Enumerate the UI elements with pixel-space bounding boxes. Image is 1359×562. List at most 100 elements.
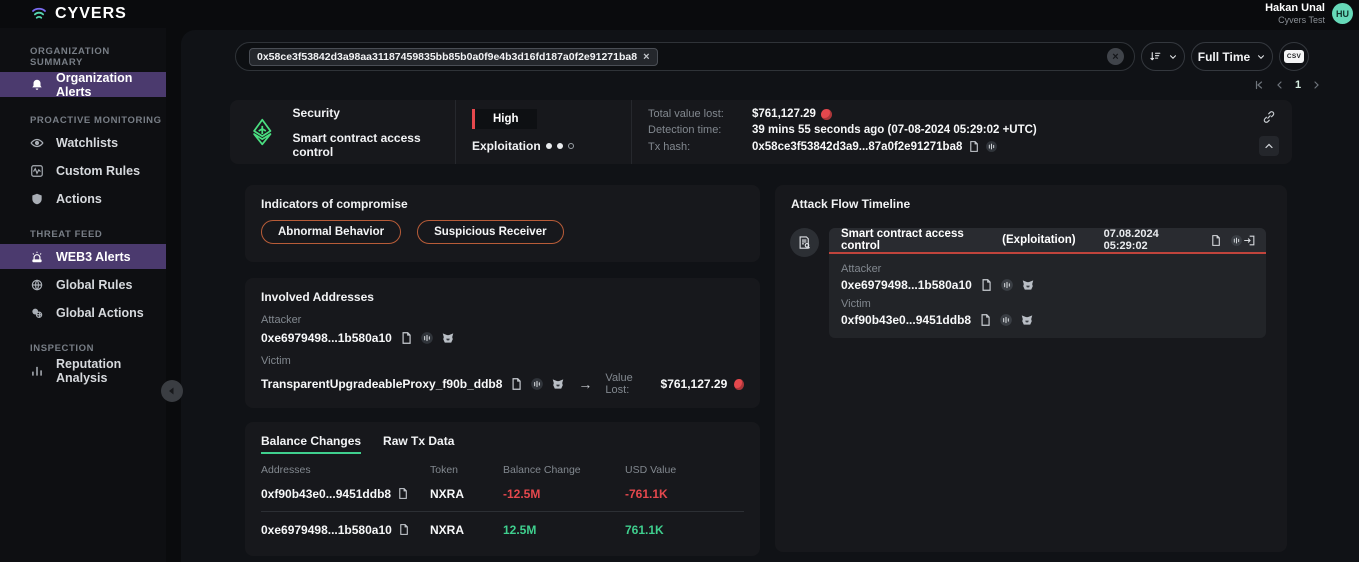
sidebar-item-watchlists[interactable]: Watchlists xyxy=(0,130,166,155)
open-event-icon[interactable] xyxy=(1243,234,1256,247)
alert-actions xyxy=(1246,100,1292,164)
copy-icon[interactable] xyxy=(1209,234,1222,247)
section-label-threat-feed: THREAT FEED xyxy=(30,229,166,240)
sidebar-item-label: Watchlists xyxy=(56,136,118,150)
siren-icon xyxy=(30,250,44,264)
export-csv-button[interactable]: CSV xyxy=(1279,42,1309,71)
timeline-event-card[interactable]: Smart contract access control (Exploitat… xyxy=(829,228,1266,338)
chip-close-icon[interactable]: × xyxy=(643,51,649,63)
copy-icon[interactable] xyxy=(979,278,993,292)
severity-badge: High xyxy=(472,109,537,129)
search-input[interactable]: 0x58ce3f53842d3a98aa31187459835bb85b0a0f… xyxy=(235,42,1135,71)
etherscan-icon[interactable] xyxy=(985,140,998,153)
victim-address-row: TransparentUpgradeableProxy_f90b_ddb8 → … xyxy=(261,372,744,396)
detection-time-label: Detection time: xyxy=(648,124,752,136)
sidebar-item-organization-alerts[interactable]: Organization Alerts xyxy=(0,72,166,97)
metamask-icon[interactable] xyxy=(551,377,565,391)
etherscan-icon[interactable] xyxy=(999,313,1013,327)
metamask-icon[interactable] xyxy=(441,331,455,345)
victim-address: TransparentUpgradeableProxy_f90b_ddb8 xyxy=(261,377,502,391)
value-lost-label: Value Lost: xyxy=(605,372,653,396)
sidebar-collapse-button[interactable] xyxy=(161,380,183,402)
metamask-icon[interactable] xyxy=(1020,313,1034,327)
sidebar-item-label: Actions xyxy=(56,192,102,206)
current-page: 1 xyxy=(1295,79,1301,91)
balance-changes-panel: Balance Changes Raw Tx Data Addresses To… xyxy=(245,422,760,556)
attacker-address: 0xe6979498...1b580a10 xyxy=(261,331,392,345)
alert-severity-section: High Exploitation xyxy=(456,100,632,164)
cyvers-logo-icon xyxy=(30,5,48,23)
loss-token-icon xyxy=(734,379,744,390)
row-address: 0xf90b43e0...9451ddb8 xyxy=(261,487,430,501)
etherscan-icon[interactable] xyxy=(1000,278,1014,292)
alert-identity-section: Security Smart contract access control xyxy=(230,100,456,164)
victim-label: Victim xyxy=(841,298,1254,310)
prev-page-button[interactable] xyxy=(1274,79,1286,91)
row-balance-change: -12.5M xyxy=(503,487,625,501)
cyvers-logo[interactable]: CYVERS xyxy=(30,5,127,23)
time-filter-dropdown[interactable]: Full Time xyxy=(1191,42,1273,71)
copy-icon[interactable] xyxy=(396,487,409,500)
avatar[interactable]: HU xyxy=(1332,3,1353,24)
link-icon[interactable] xyxy=(1262,110,1276,124)
ioc-chip-abnormal-behavior: Abnormal Behavior xyxy=(261,220,401,244)
section-label-proactive-monitoring: PROACTIVE MONITORING xyxy=(30,115,166,126)
sort-icon xyxy=(1149,50,1162,63)
copy-icon[interactable] xyxy=(399,331,413,345)
sidebar-item-label: Organization Alerts xyxy=(56,71,166,99)
involved-addresses-title: Involved Addresses xyxy=(261,290,744,304)
sidebar-item-actions[interactable]: Actions xyxy=(0,186,166,211)
etherscan-icon[interactable] xyxy=(420,331,434,345)
copy-icon[interactable] xyxy=(978,313,992,327)
row-usd-value: 761.1K xyxy=(625,523,744,537)
contract-event-icon xyxy=(790,228,819,257)
search-clear-button[interactable]: × xyxy=(1107,48,1124,65)
next-page-button[interactable] xyxy=(1310,79,1322,91)
col-balance-change: Balance Change xyxy=(503,464,625,476)
detection-time: 39 mins 55 seconds ago (07-08-2024 05:29… xyxy=(752,124,1037,136)
chevron-down-icon xyxy=(1168,52,1178,62)
shield-icon xyxy=(30,192,44,206)
alert-header-card[interactable]: Security Smart contract access control H… xyxy=(230,100,1292,164)
sidebar-item-global-actions[interactable]: Global Actions xyxy=(0,300,166,325)
row-usd-value: -761.1K xyxy=(625,487,744,501)
sort-button[interactable] xyxy=(1141,42,1185,71)
collapse-alert-button[interactable] xyxy=(1259,136,1279,156)
col-token: Token xyxy=(430,464,503,476)
sidebar-item-label: Global Actions xyxy=(56,306,144,320)
alert-type: Smart contract access control xyxy=(293,131,455,159)
table-row: 0xf90b43e0...9451ddb8 NXRA -12.5M -761.1… xyxy=(261,487,744,501)
copy-icon[interactable] xyxy=(509,377,523,391)
timeline-event-body: Attacker 0xe6979498...1b580a10 Victim 0x… xyxy=(829,254,1266,327)
chevron-down-icon xyxy=(1256,52,1266,62)
row-divider xyxy=(261,511,744,512)
sidebar-item-global-rules[interactable]: Global Rules xyxy=(0,272,166,297)
victim-address: 0xf90b43e0...9451ddb8 xyxy=(841,313,971,327)
copy-icon[interactable] xyxy=(397,523,410,536)
timeline-event-header: Smart contract access control (Exploitat… xyxy=(829,228,1266,254)
copy-icon[interactable] xyxy=(967,140,980,153)
col-addresses: Addresses xyxy=(261,464,430,476)
etherscan-icon[interactable] xyxy=(530,377,544,391)
total-value-lost-label: Total value lost: xyxy=(648,108,752,120)
user-menu[interactable]: Hakan Unal Cyvers Test xyxy=(1265,2,1325,25)
sidebar: ORGANIZATION SUMMARY Organization Alerts… xyxy=(0,28,166,562)
tab-balance-changes[interactable]: Balance Changes xyxy=(261,434,361,454)
eye-icon xyxy=(30,136,44,150)
alert-phase: Exploitation xyxy=(472,139,541,153)
victim-address-row: 0xf90b43e0...9451ddb8 xyxy=(841,313,1254,327)
globes-icon xyxy=(30,306,44,320)
etherscan-icon[interactable] xyxy=(1230,234,1243,247)
attacker-address: 0xe6979498...1b580a10 xyxy=(841,278,972,292)
first-page-button[interactable] xyxy=(1253,79,1265,91)
table-row: 0xe6979498...1b580a10 NXRA 12.5M 761.1K xyxy=(261,523,744,537)
sidebar-item-custom-rules[interactable]: Custom Rules xyxy=(0,158,166,183)
tab-raw-tx-data[interactable]: Raw Tx Data xyxy=(383,434,454,454)
sidebar-item-web3-alerts[interactable]: WEB3 Alerts xyxy=(0,244,166,269)
indicators-panel: Indicators of compromise Abnormal Behavi… xyxy=(245,185,760,262)
chevron-left-icon xyxy=(1274,79,1286,91)
metamask-icon[interactable] xyxy=(1021,278,1035,292)
event-datetime: 07.08.2024 05:29:02 xyxy=(1104,228,1201,252)
csv-icon: CSV xyxy=(1284,50,1304,63)
sidebar-item-reputation-analysis[interactable]: Reputation Analysis xyxy=(0,358,166,383)
